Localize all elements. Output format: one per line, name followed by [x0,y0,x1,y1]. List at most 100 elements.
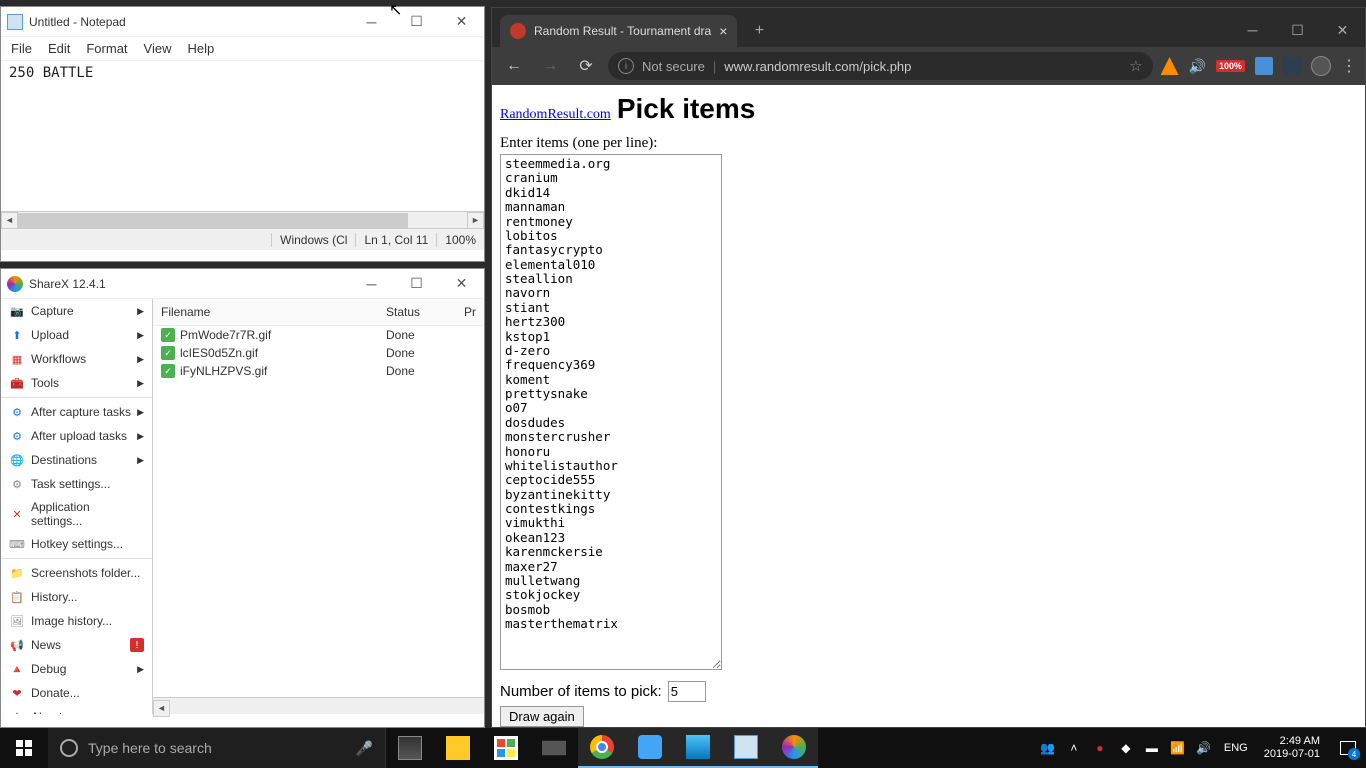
notepad-titlebar[interactable]: Untitled - Notepad ─ ☐ ✕ [1,7,484,37]
close-button[interactable]: ✕ [439,7,484,37]
address-bar[interactable]: i Not secure | www.randomresult.com/pick… [608,52,1153,80]
extension-badge[interactable]: 100% [1216,60,1245,72]
maximize-button[interactable]: ☐ [1275,15,1320,45]
minimize-button[interactable]: ─ [1230,15,1275,45]
mic-icon[interactable]: 🎤 [356,740,373,757]
scroll-thumb[interactable] [18,213,408,228]
reload-button[interactable]: ⟳ [572,52,600,80]
tray-network-icon[interactable]: ▬ [1142,738,1162,758]
sidebar-item[interactable]: ❤Donate... [1,681,152,705]
sidebar-item[interactable]: 🌐Destinations▶ [1,448,152,472]
app2-taskbar-button[interactable] [674,728,722,768]
tab-close-icon[interactable]: × [719,23,727,39]
action-center-button[interactable]: 4 [1332,728,1364,768]
col-extra[interactable]: Pr [464,305,476,319]
volume-icon[interactable]: 🔊 [1194,738,1214,758]
sharex-titlebar[interactable]: ShareX 12.4.1 ─ ☐ ✕ [1,269,484,299]
store-button[interactable] [482,728,530,768]
tray-app-icon[interactable]: ◆ [1116,738,1136,758]
site-home-link[interactable]: RandomResult.com [500,107,611,123]
notepad-textarea[interactable]: 250 BATTLE [1,61,484,211]
close-button[interactable]: ✕ [439,269,484,299]
sidebar-item[interactable]: ▦Workflows▶ [1,347,152,371]
menu-format[interactable]: Format [86,41,127,56]
sidebar-item[interactable]: ⌨Hotkey settings... [1,532,152,556]
scroll-right-icon[interactable]: ► [467,212,484,229]
scroll-left-icon[interactable]: ◄ [153,700,170,717]
tray-expand-icon[interactable]: ˄ [1064,738,1084,758]
scroll-left-icon[interactable]: ◄ [1,212,18,229]
sidebar-item[interactable]: 📢News! [1,633,152,657]
menu-edit[interactable]: Edit [48,41,70,56]
forward-button[interactable]: → [536,52,564,80]
sidebar-item[interactable]: ⚙After capture tasks▶ [1,400,152,424]
app1-taskbar-button[interactable] [626,728,674,768]
taskbar-search[interactable]: Type here to search 🎤 [48,728,386,768]
sidebar-item[interactable]: ⚙Task settings... [1,472,152,496]
notepad-taskbar-button[interactable] [722,728,770,768]
menu-help[interactable]: Help [187,41,214,56]
sidebar-item-icon: ▦ [9,351,25,367]
sidebar-item-label: Capture [31,304,74,318]
extension-volume-icon[interactable]: 🔊 [1189,58,1206,75]
chevron-right-icon: ▶ [137,431,144,442]
extension-fire-icon[interactable] [1161,57,1179,75]
draw-again-button[interactable]: Draw again [500,706,584,727]
sidebar-item[interactable]: 📁Screenshots folder... [1,561,152,585]
menu-file[interactable]: File [11,41,32,56]
chrome-viewport[interactable]: RandomResult.com Pick items Enter items … [492,85,1365,727]
new-tab-button[interactable]: + [745,17,773,45]
sidebar-item[interactable]: ℹAbout... [1,705,152,714]
task-view-button[interactable] [386,728,434,768]
items-textarea[interactable] [500,154,722,670]
sidebar-item[interactable]: ⬆Upload▶ [1,323,152,347]
bookmark-star-icon[interactable]: ☆ [1129,57,1142,75]
file-row[interactable]: ✓lcIES0d5Zn.gifDone [153,344,484,362]
file-row[interactable]: ✓PmWode7r7R.gifDone [153,326,484,344]
menu-view[interactable]: View [144,41,172,56]
num-pick-input[interactable] [668,681,706,702]
mail-button[interactable] [530,728,578,768]
sidebar-item[interactable]: 📷Capture▶ [1,299,152,323]
sidebar-item[interactable]: 🖼Image history... [1,609,152,633]
sidebar-item[interactable]: ⚙After upload tasks▶ [1,424,152,448]
wifi-icon[interactable]: 📶 [1168,738,1188,758]
col-filename[interactable]: Filename [161,305,386,319]
sidebar-item[interactable]: 📋History... [1,585,152,609]
num-pick-label: Number of items to pick: [500,683,662,700]
sidebar-item[interactable]: ✕Application settings... [1,496,152,532]
notepad-hscrollbar[interactable]: ◄ ► [1,211,484,228]
clock[interactable]: 2:49 AM 2019-07-01 [1258,735,1326,761]
profile-avatar-icon[interactable] [1311,56,1331,76]
sharex-window: ShareX 12.4.1 ─ ☐ ✕ 📷Capture▶⬆Upload▶▦Wo… [0,268,485,728]
col-status[interactable]: Status [386,305,446,319]
file-status: Done [386,346,415,360]
maximize-button[interactable]: ☐ [394,269,439,299]
chrome-menu-icon[interactable]: ⋮ [1341,56,1357,76]
sidebar-item-icon: ⚙ [9,476,25,492]
file-status: Done [386,328,415,342]
sidebar-item-icon: 🖼 [9,613,25,629]
tray-record-icon[interactable]: ● [1090,738,1110,758]
browser-tab[interactable]: Random Result - Tournament dra × [500,15,737,47]
start-button[interactable] [0,728,48,768]
extension-blue-icon[interactable] [1255,57,1273,75]
people-icon[interactable]: 👥 [1038,738,1058,758]
sharex-hscrollbar[interactable]: ◄ [153,697,484,714]
minimize-button[interactable]: ─ [349,269,394,299]
extension-navy-icon[interactable] [1283,57,1301,75]
minimize-button[interactable]: ─ [349,7,394,37]
file-explorer-button[interactable] [434,728,482,768]
site-info-icon[interactable]: i [618,58,634,74]
notepad-window: Untitled - Notepad ─ ☐ ✕ File Edit Forma… [0,6,485,262]
sharex-taskbar-button[interactable] [770,728,818,768]
maximize-button[interactable]: ☐ [394,7,439,37]
file-row[interactable]: ✓iFyNLHZPVS.gifDone [153,362,484,380]
chrome-taskbar-button[interactable] [578,728,626,768]
chevron-right-icon: ▶ [137,664,144,675]
sidebar-item[interactable]: 🧰Tools▶ [1,371,152,395]
close-button[interactable]: ✕ [1320,15,1365,45]
sidebar-item[interactable]: 🔺Debug▶ [1,657,152,681]
language-indicator[interactable]: ENG [1220,738,1252,758]
back-button[interactable]: ← [500,52,528,80]
